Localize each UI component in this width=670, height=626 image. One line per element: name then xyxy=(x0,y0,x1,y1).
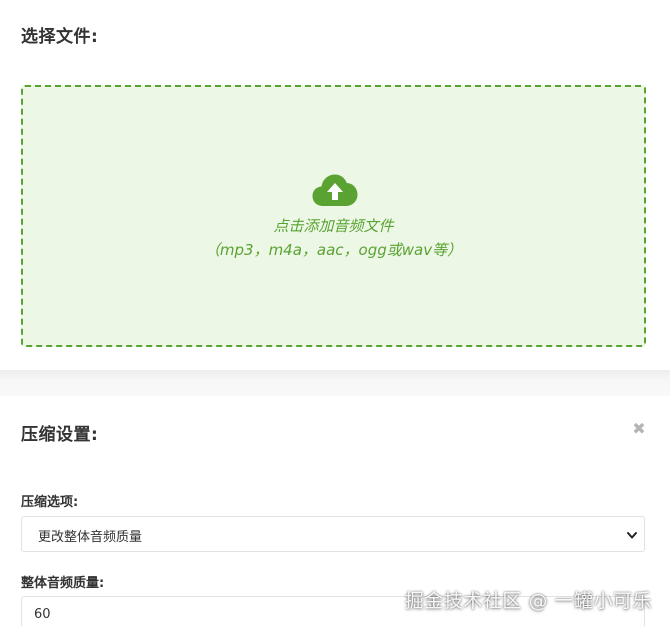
compress-option-select[interactable]: 更改整体音频质量 xyxy=(21,516,645,552)
audio-quality-label: 整体音频质量: xyxy=(21,576,105,591)
audio-quality-value: 60 xyxy=(34,607,51,622)
compress-option-label: 压缩选项: xyxy=(21,495,79,510)
chevron-down-icon xyxy=(627,532,637,539)
file-section: 选择文件: 点击添加音频文件 （mp3，m4a，aac，ogg或wav等） xyxy=(0,0,670,370)
cloud-upload-icon xyxy=(312,174,358,206)
file-section-title: 选择文件: xyxy=(21,27,99,47)
watermark: 掘金技术社区 @ 一罐小可乐 xyxy=(404,590,652,612)
file-dropzone[interactable]: 点击添加音频文件 （mp3，m4a，aac，ogg或wav等） xyxy=(21,85,646,347)
section-divider xyxy=(0,370,670,396)
dropzone-instruction: 点击添加音频文件 xyxy=(273,217,394,235)
settings-section-title: 压缩设置: xyxy=(21,425,99,445)
close-icon[interactable]: ✖ xyxy=(632,421,646,437)
page: 选择文件: 点击添加音频文件 （mp3，m4a，aac，ogg或wav等） 压缩… xyxy=(0,0,670,626)
compress-option-value: 更改整体音频质量 xyxy=(38,530,143,545)
dropzone-formats: （mp3，m4a，aac，ogg或wav等） xyxy=(204,241,463,259)
